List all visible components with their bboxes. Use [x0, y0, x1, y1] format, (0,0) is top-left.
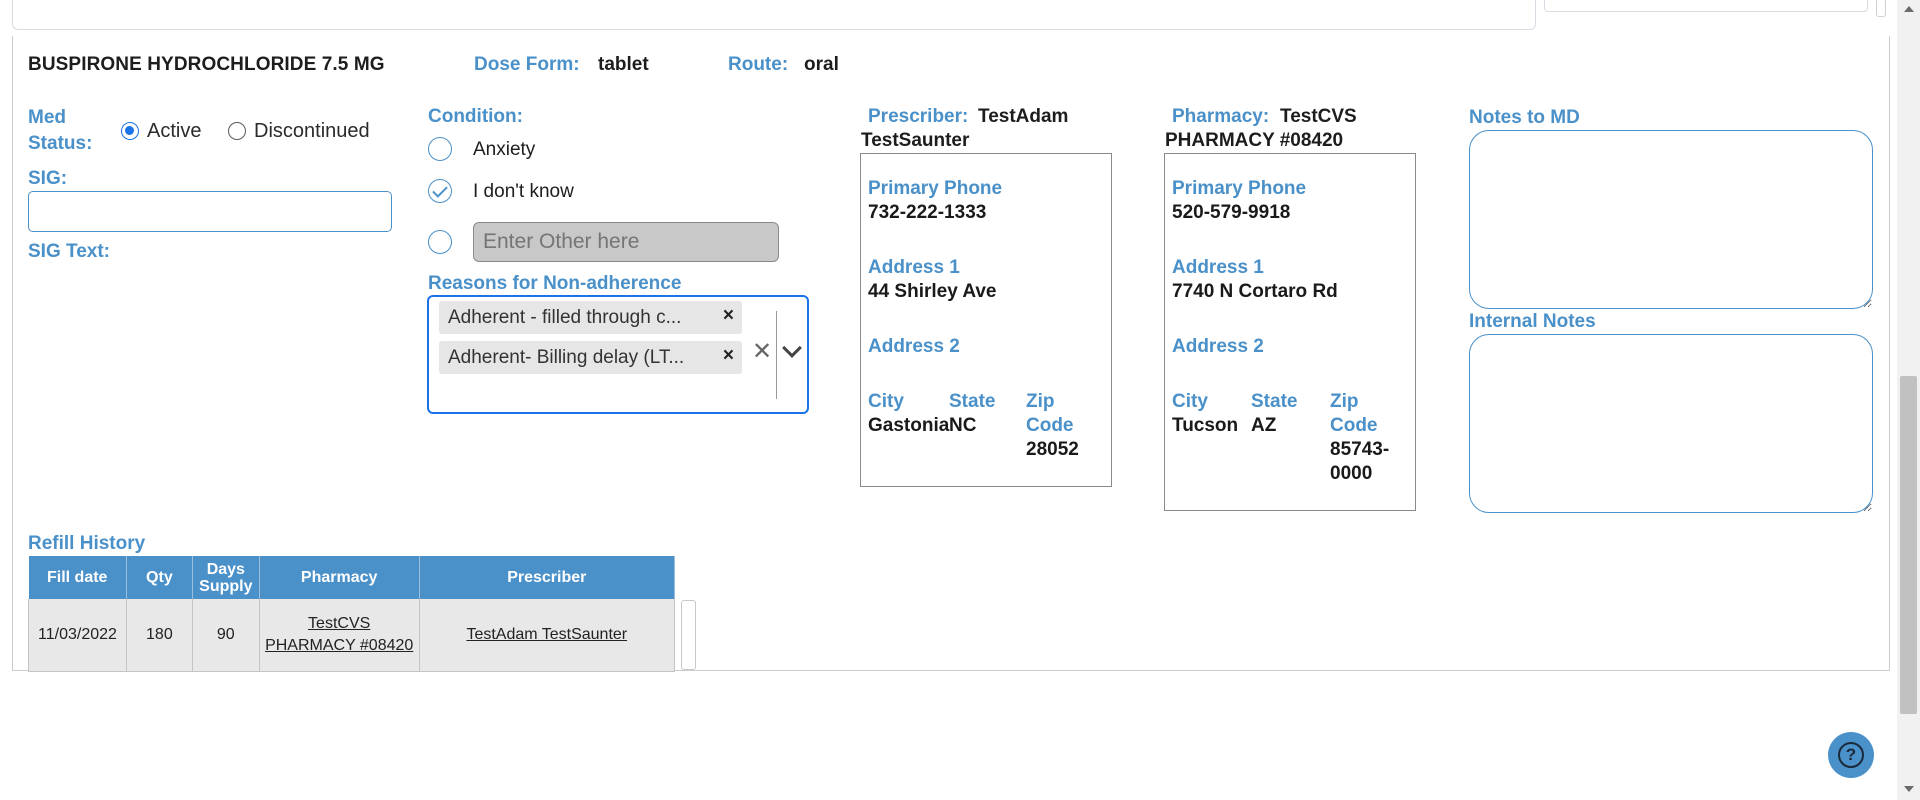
table-header-row: Fill date Qty Days Supply Pharmacy Presc… [28, 556, 676, 599]
chip: Adherent- Billing delay (LT... × [439, 341, 742, 374]
prescriber-name-2: TestSaunter [861, 130, 970, 151]
scrollbar-thumb[interactable] [1900, 376, 1917, 714]
status-discontinued-label[interactable]: Discontinued [254, 120, 370, 143]
pharmacy-phone: 520-579-9918 [1172, 202, 1291, 223]
col-days-supply[interactable]: Days Supply [192, 556, 260, 599]
col-qty[interactable]: Qty [126, 556, 193, 599]
prescriber-address1-label: Address 1 [868, 257, 960, 278]
pharmacy-link[interactable]: TestCVS PHARMACY #08420 [265, 615, 413, 654]
pharmacy-address1-label: Address 1 [1172, 257, 1264, 278]
prescriber-phone: 732-222-1333 [868, 202, 987, 223]
pharmacy-label: Pharmacy: [1172, 106, 1270, 127]
pharmacy-zip: 85743- [1330, 439, 1390, 460]
col-prescriber[interactable]: Prescriber [419, 556, 676, 599]
chip-label: Adherent - filled through c... [448, 307, 682, 328]
non-adherence-label: Reasons for Non-adherence [428, 273, 682, 294]
select-divider [776, 311, 777, 399]
pharmacy-city-label: City [1172, 391, 1208, 412]
cell-days-supply: 90 [191, 599, 260, 672]
prescriber-name: TestAdam [978, 106, 1069, 127]
chip: Adherent - filled through c... × [439, 301, 742, 334]
scroll-up-arrow-icon[interactable] [1904, 6, 1914, 12]
help-icon: ? [1838, 742, 1864, 768]
condition-anxiety-label[interactable]: Anxiety [473, 139, 535, 161]
pharmacy-card: Primary Phone 520-579-9918 Address 1 774… [1164, 153, 1416, 511]
pharmacy-zip-2: 0000 [1330, 463, 1373, 484]
pharmacy-phone-label: Primary Phone [1172, 178, 1307, 199]
prescriber-card: Primary Phone 732-222-1333 Address 1 44 … [860, 153, 1112, 487]
pharmacy-city: Tucson [1172, 415, 1239, 436]
top-right-panel [1544, 0, 1868, 12]
prescriber-link[interactable]: TestAdam TestSaunter [466, 626, 627, 643]
cell-prescriber: TestAdam TestSaunter [418, 599, 676, 672]
prescriber-label: Prescriber: [868, 106, 969, 127]
top-right-scroll [1876, 0, 1886, 17]
pharmacy-name-2: PHARMACY #08420 [1165, 130, 1344, 151]
condition-label: Condition: [428, 106, 523, 127]
sig-text-label: SIG Text: [28, 241, 110, 262]
status-active-radio[interactable] [121, 122, 139, 140]
condition-unknown-checkbox[interactable] [428, 179, 452, 203]
refill-history-table: Fill date Qty Days Supply Pharmacy Presc… [28, 556, 676, 672]
status-discontinued-radio[interactable] [228, 122, 246, 140]
help-button[interactable]: ? [1828, 732, 1874, 778]
chevron-down-icon[interactable] [782, 338, 802, 358]
prescriber-city: Gastonia [868, 415, 950, 436]
prescriber-state-label: State [949, 391, 996, 412]
refill-history-label: Refill History [28, 533, 146, 554]
pharmacy-zip-label: Zip [1330, 391, 1359, 412]
internal-notes-label: Internal Notes [1469, 311, 1596, 332]
route-label: Route: [728, 54, 789, 75]
prescriber-zip: 28052 [1026, 439, 1079, 460]
prescriber-address1: 44 Shirley Ave [868, 281, 997, 302]
med-status-label-2: Status: [28, 133, 93, 154]
condition-anxiety-checkbox[interactable] [428, 137, 452, 161]
cell-fill-date: 11/03/2022 [28, 599, 127, 672]
notes-md-label: Notes to MD [1469, 107, 1580, 128]
chip-remove-icon[interactable]: × [723, 345, 734, 367]
prescriber-address2-label: Address 2 [868, 336, 960, 357]
med-status-label: Med [28, 107, 66, 128]
internal-notes-textarea[interactable] [1469, 334, 1873, 513]
top-card [12, 0, 1536, 30]
notes-md-textarea[interactable] [1469, 130, 1873, 309]
pharmacy-name: TestCVS [1280, 106, 1357, 127]
prescriber-phone-label: Primary Phone [868, 178, 1003, 199]
status-active-label[interactable]: Active [147, 120, 201, 143]
pharmacy-address1: 7740 N Cortaro Rd [1172, 281, 1338, 302]
clear-all-icon[interactable]: ✕ [752, 337, 772, 366]
col-pharmacy[interactable]: Pharmacy [259, 556, 420, 599]
drug-name: BUSPIRONE HYDROCHLORIDE 7.5 MG [28, 54, 385, 75]
page-scrollbar[interactable] [1897, 0, 1920, 800]
col-fill-date[interactable]: Fill date [28, 556, 127, 599]
pharmacy-zip-label-2: Code [1330, 415, 1378, 436]
chip-remove-icon[interactable]: × [723, 305, 734, 327]
condition-other-input[interactable] [473, 222, 779, 262]
sig-label: SIG: [28, 168, 68, 189]
prescriber-zip-label-2: Code [1026, 415, 1074, 436]
sig-input[interactable] [28, 191, 392, 232]
cell-qty: 180 [125, 599, 193, 672]
non-adherence-select[interactable]: Adherent - filled through c... × Adheren… [427, 295, 809, 414]
prescriber-zip-label: Zip [1026, 391, 1055, 412]
pharmacy-state-label: State [1251, 391, 1298, 412]
prescriber-state: NC [949, 415, 977, 436]
prescriber-city-label: City [868, 391, 904, 412]
cell-pharmacy: TestCVS PHARMACY #08420 [258, 599, 420, 672]
route-value: oral [804, 54, 839, 75]
condition-unknown-label[interactable]: I don't know [473, 181, 574, 203]
table-row: 11/03/2022 180 90 TestCVS PHARMACY #0842… [28, 599, 676, 672]
scroll-down-arrow-icon[interactable] [1904, 786, 1914, 792]
table-scrollbar[interactable] [681, 600, 696, 670]
condition-other-checkbox[interactable] [428, 230, 452, 254]
chip-label: Adherent- Billing delay (LT... [448, 347, 685, 368]
pharmacy-state: AZ [1251, 415, 1277, 436]
pharmacy-address2-label: Address 2 [1172, 336, 1264, 357]
dose-form-label: Dose Form: [474, 54, 580, 75]
dose-form-value: tablet [598, 54, 649, 75]
